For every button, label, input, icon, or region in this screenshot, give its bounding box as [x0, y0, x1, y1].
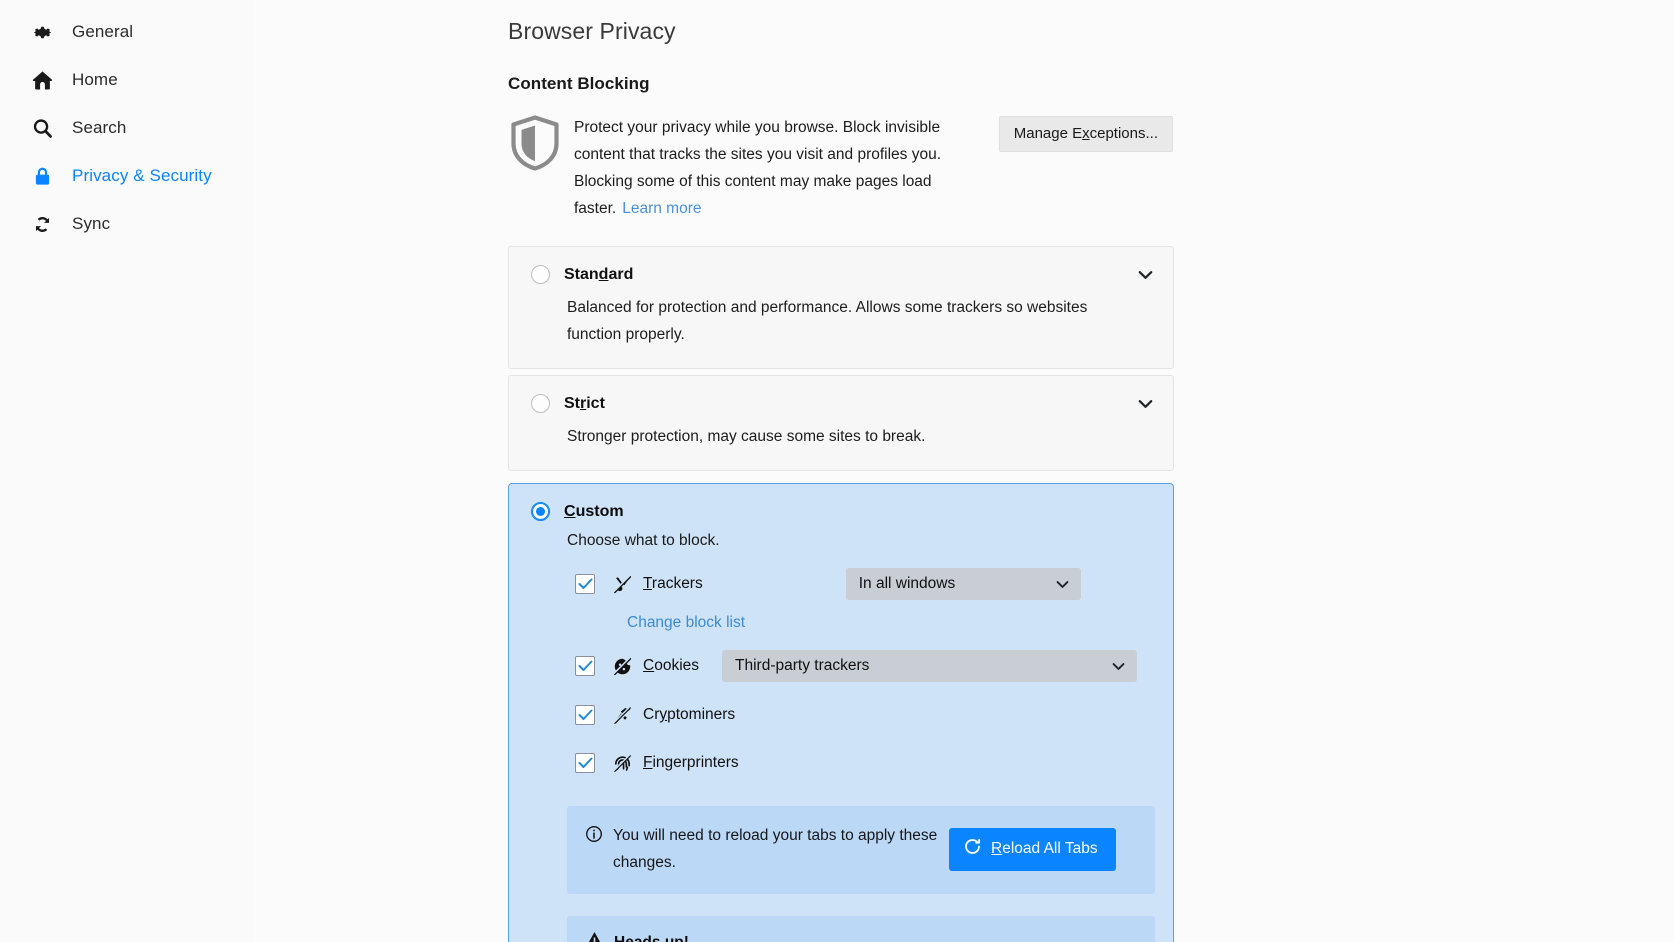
sidebar-item-label: Search	[72, 118, 127, 137]
reload-all-tabs-button[interactable]: Reload All Tabs	[949, 827, 1116, 871]
row-label-fingerprinters: Fingerprinters	[643, 754, 739, 771]
page-title: Browser Privacy	[508, 18, 676, 44]
option-panel-custom[interactable]: Custom Choose what to block. Trackers In…	[508, 483, 1174, 942]
sidebar-item-label: Home	[72, 70, 118, 89]
shield-icon	[508, 112, 574, 177]
custom-subtitle: Choose what to block.	[567, 532, 720, 549]
intro-description: Protect your privacy while you browse. B…	[574, 112, 979, 222]
checkbox-fingerprinters[interactable]	[575, 753, 595, 773]
sidebar-item-label: Sync	[72, 214, 111, 233]
cookie-blocked-icon	[611, 655, 633, 677]
sidebar-item-search[interactable]: Search	[0, 104, 254, 152]
option-panel-strict-header: Strict	[531, 394, 1151, 413]
sidebar-item-general[interactable]: General	[0, 8, 254, 56]
content-blocking-intro: Protect your privacy while you browse. B…	[508, 112, 1173, 222]
section-title-content-blocking: Content Blocking	[508, 74, 650, 93]
sidebar-item-sync[interactable]: Sync	[0, 200, 254, 248]
manage-exceptions-button[interactable]: Manage Exceptions...	[998, 116, 1173, 152]
home-icon	[30, 68, 54, 92]
heads-up-warning: Heads up! Blocking content can cause som…	[567, 916, 1155, 942]
option-panel-standard-header: Standard	[531, 265, 1151, 284]
cryptominer-icon	[611, 704, 633, 726]
chevron-down-icon[interactable]	[1138, 396, 1153, 414]
change-block-list-link[interactable]: Change block list	[627, 614, 745, 631]
radio-standard[interactable]	[531, 265, 550, 284]
learn-more-link[interactable]: Learn more	[622, 200, 701, 217]
row-label-trackers: Trackers	[643, 575, 703, 592]
option-label-custom: Custom	[564, 502, 624, 520]
manage-exceptions-label: Manage Exceptions...	[1013, 125, 1158, 142]
reload-all-tabs-label: Reload All Tabs	[991, 839, 1098, 857]
gear-icon	[30, 20, 54, 44]
tracker-blocked-icon	[611, 573, 633, 595]
reload-notice: You will need to reload your tabs to app…	[567, 806, 1155, 894]
fingerprinter-icon	[611, 752, 633, 774]
option-panel-standard[interactable]: Standard Balanced for protection and per…	[508, 246, 1174, 369]
sidebar: General Home Search Privacy & Security S…	[0, 0, 254, 942]
row-trackers: Trackers In all windows	[575, 568, 1151, 600]
row-fingerprinters: Fingerprinters	[575, 748, 1151, 778]
radio-custom[interactable]	[531, 502, 550, 521]
chevron-down-icon	[1056, 580, 1069, 589]
select-cookies-value: Third-party trackers	[735, 657, 870, 674]
option-label-strict: Strict	[564, 394, 605, 412]
change-block-list-row: Change block list	[627, 614, 1151, 632]
heads-up-title: Heads up!	[614, 933, 689, 942]
row-label-cookies: Cookies	[643, 657, 700, 674]
main-content: Browser Privacy Content Blocking Protect…	[254, 0, 1674, 942]
sidebar-item-privacy-security[interactable]: Privacy & Security	[0, 152, 254, 200]
option-label-standard: Standard	[564, 265, 634, 283]
row-cookies: Cookies Third-party trackers	[575, 650, 1151, 682]
info-icon	[585, 822, 609, 848]
sidebar-item-label: Privacy & Security	[72, 166, 212, 185]
content-blocking-options: Standard Balanced for protection and per…	[508, 246, 1174, 942]
chevron-down-icon[interactable]	[1138, 267, 1153, 285]
reload-notice-text: You will need to reload your tabs to app…	[613, 827, 938, 871]
warning-triangle-icon	[585, 931, 604, 942]
sidebar-item-label: General	[72, 22, 134, 41]
checkbox-trackers[interactable]	[575, 574, 595, 594]
checkbox-cookies[interactable]	[575, 656, 595, 676]
select-cookies-scope[interactable]: Third-party trackers	[722, 650, 1138, 682]
search-icon	[30, 116, 54, 140]
lock-icon	[30, 164, 54, 188]
checkbox-cryptominers[interactable]	[575, 705, 595, 725]
option-panel-custom-header: Custom	[531, 502, 1151, 521]
row-label-cryptominers: Cryptominers	[643, 706, 736, 723]
option-panel-strict[interactable]: Strict Stronger protection, may cause so…	[508, 375, 1174, 471]
heads-up-header: Heads up!	[585, 931, 1135, 942]
radio-strict[interactable]	[531, 394, 550, 413]
select-trackers-scope[interactable]: In all windows	[845, 568, 1081, 600]
chevron-down-icon	[1112, 662, 1125, 671]
option-description-strict: Stronger protection, may cause some site…	[567, 428, 926, 445]
select-trackers-value: In all windows	[858, 575, 956, 592]
sidebar-item-home[interactable]: Home	[0, 56, 254, 104]
refresh-icon	[963, 837, 982, 861]
sync-icon	[30, 212, 54, 236]
option-description-standard: Balanced for protection and performance.…	[567, 299, 1088, 343]
row-cryptominers: Cryptominers	[575, 700, 1151, 730]
